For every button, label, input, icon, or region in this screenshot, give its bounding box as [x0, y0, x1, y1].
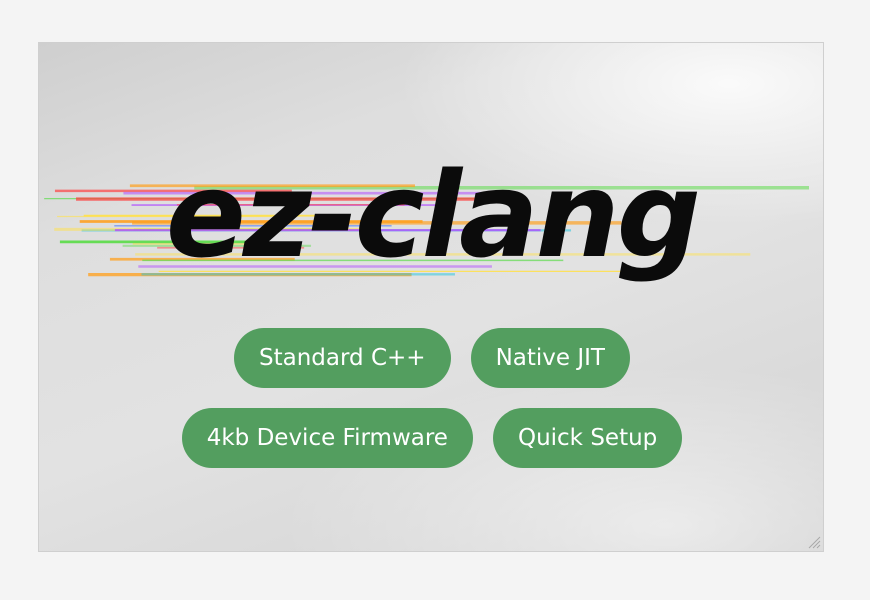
ez-clang-banner: ez-clang Standard C++ Native JIT 4kb Dev…	[38, 42, 824, 552]
button-row-secondary: 4kb Device Firmware Quick Setup	[39, 408, 823, 468]
ez-clang-logo: ez-clang	[44, 146, 809, 284]
device-firmware-button[interactable]: 4kb Device Firmware	[181, 408, 473, 468]
quick-setup-button[interactable]: Quick Setup	[492, 408, 683, 468]
resize-grip-icon[interactable]	[807, 535, 821, 549]
logo-text: ez-clang	[166, 146, 698, 284]
native-jit-button[interactable]: Native JIT	[470, 328, 630, 388]
page: ez-clang Standard C++ Native JIT 4kb Dev…	[0, 0, 870, 600]
button-row-primary: Standard C++ Native JIT	[39, 328, 823, 388]
standard-cpp-button[interactable]: Standard C++	[234, 328, 451, 388]
